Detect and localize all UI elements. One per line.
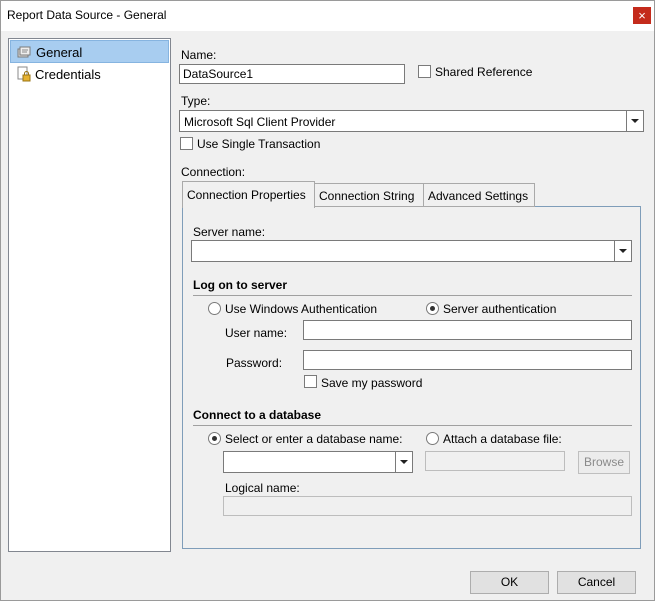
ok-button-label: OK [500,575,519,589]
tab-connection-string[interactable]: Connection String [314,183,424,207]
chevron-down-icon[interactable] [395,452,412,472]
browse-button-label: Browse [583,455,624,469]
username-field[interactable] [303,320,632,340]
window-title: Report Data Source - General [7,8,167,22]
name-label: Name: [181,48,217,62]
shared-reference-checkbox[interactable] [418,65,431,78]
logical-name-label: Logical name: [225,481,300,495]
single-transaction-label: Use Single Transaction [197,137,321,151]
settings-nav-list: General Credentials [8,38,171,552]
password-label: Password: [226,356,283,370]
close-icon: × [638,8,646,23]
ok-button[interactable]: OK [470,571,549,594]
server-name-label: Server name: [193,225,266,239]
select-database-label: Select or enter a database name: [225,432,403,446]
single-transaction-checkbox[interactable] [180,137,193,150]
save-password-checkbox[interactable] [304,375,317,388]
save-password-label: Save my password [321,376,423,390]
cancel-button-label: Cancel [577,575,616,589]
windows-auth-radio[interactable] [208,302,221,315]
attach-database-label: Attach a database file: [443,432,562,446]
database-section-title: Connect to a database [193,408,322,422]
logical-name-field[interactable] [223,496,632,516]
browse-button[interactable]: Browse [578,451,630,474]
chevron-down-icon[interactable] [614,241,631,261]
title-bar: Report Data Source - General × [1,1,654,31]
name-field[interactable] [179,64,405,84]
tab-label: Connection Properties [187,188,306,202]
server-name-combobox[interactable] [191,240,632,262]
divider [193,425,632,426]
tab-label: Connection String [319,189,415,203]
divider [193,295,632,296]
chevron-down-icon[interactable] [626,111,643,131]
connection-label: Connection: [181,165,246,179]
shared-reference-label: Shared Reference [435,65,533,79]
nav-item-label: General [36,45,83,60]
report-data-source-dialog: Report Data Source - General × General C… [0,0,655,601]
type-label: Type: [181,94,211,108]
password-field[interactable] [303,350,632,370]
attach-file-path-field[interactable] [425,451,565,471]
select-database-radio[interactable] [208,432,221,445]
tab-connection-properties[interactable]: Connection Properties [182,181,315,208]
general-settings-icon [16,44,32,60]
type-dropdown[interactable]: Microsoft Sql Client Provider [179,110,644,132]
logon-section-title: Log on to server [193,278,288,292]
tab-label: Advanced Settings [428,189,529,203]
nav-item-credentials[interactable]: Credentials [10,63,169,86]
type-selected-value: Microsoft Sql Client Provider [184,115,336,129]
attach-database-radio[interactable] [426,432,439,445]
database-name-combobox[interactable] [223,451,413,473]
close-button[interactable]: × [633,7,651,24]
nav-item-general[interactable]: General [10,40,169,63]
windows-auth-label: Use Windows Authentication [225,302,378,316]
tab-advanced-settings[interactable]: Advanced Settings [423,183,535,207]
cancel-button[interactable]: Cancel [557,571,636,594]
server-auth-radio[interactable] [426,302,439,315]
username-label: User name: [225,326,288,340]
credentials-lock-icon [15,66,31,82]
nav-item-label: Credentials [35,67,101,82]
server-auth-label: Server authentication [443,302,557,316]
